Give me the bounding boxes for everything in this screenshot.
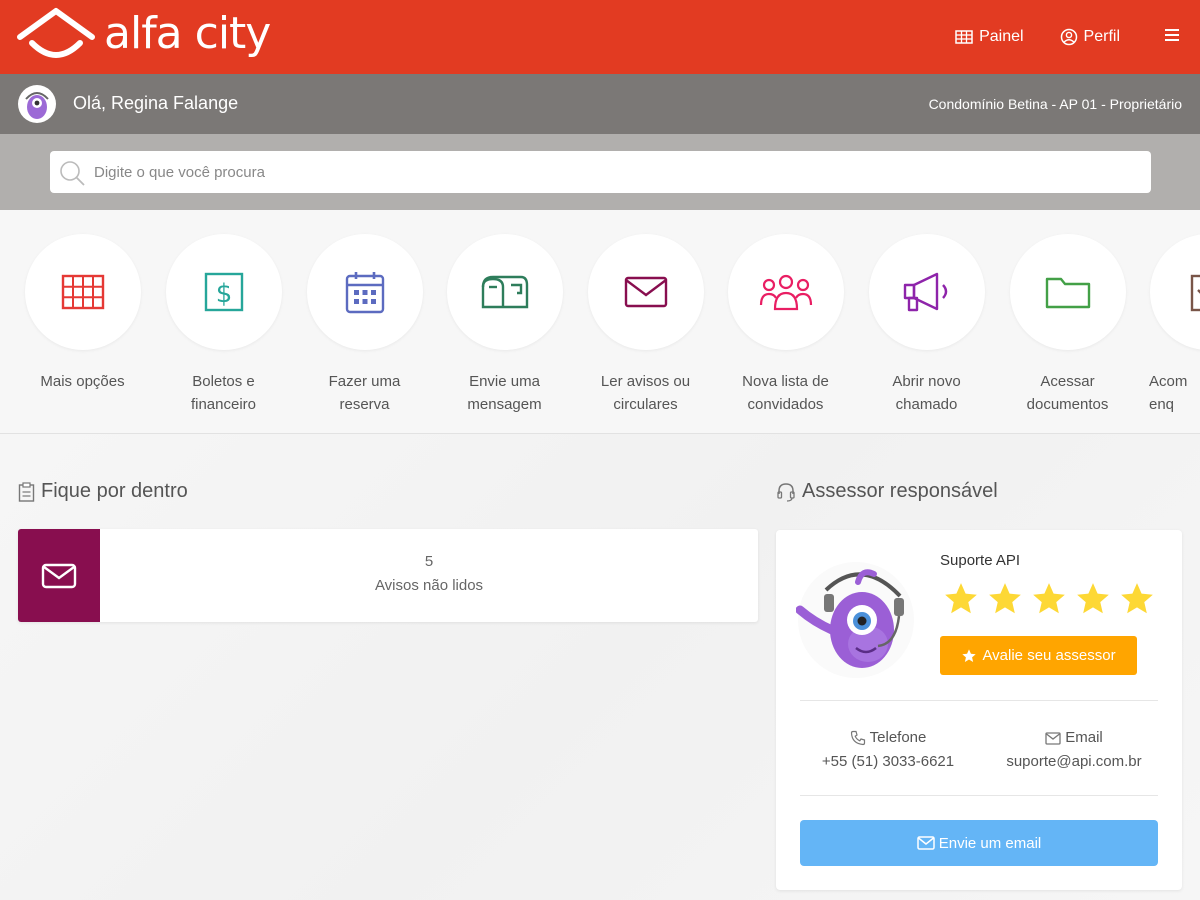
action-more-options[interactable]: Mais opções (12, 234, 153, 393)
action-label: Mais opções (40, 373, 125, 390)
action-send-message[interactable]: Envie uma mensagem (434, 234, 575, 416)
advisor-avatar (795, 560, 916, 680)
user-unit[interactable]: Condomínio Betina - AP 01 - Proprietário (929, 96, 1182, 112)
advisor-rating (942, 580, 1162, 618)
phone-label: Telefone (869, 729, 927, 746)
advisor-card: Suporte API Avalie seu assessor Telefone… (776, 530, 1182, 890)
clipboard-icon (18, 481, 35, 502)
news-section-title: Fique por dentro (18, 480, 188, 503)
rating-star-icon (945, 583, 977, 614)
profile-label: Perfil (1083, 28, 1120, 45)
rating-star-icon (1033, 583, 1065, 614)
advisor-title: Assessor responsável (802, 480, 998, 502)
action-label: Acom enq (1149, 373, 1188, 413)
user-bar: Olá, Regina Falange Condomínio Betina - … (0, 74, 1200, 134)
action-circle (306, 234, 423, 350)
profile-link[interactable]: Perfil (1060, 28, 1120, 46)
brand-logo[interactable]: alfa city (16, 6, 271, 59)
mailbox-icon (481, 275, 528, 309)
advisor-email[interactable]: Email suporte@api.com.br (986, 726, 1162, 774)
unread-count: 5 (424, 553, 434, 570)
action-circle (587, 234, 704, 350)
table-icon (955, 30, 973, 44)
advisor-section-title: Assessor responsável (776, 480, 998, 503)
top-nav: Painel Perfil (919, 0, 1180, 74)
panel-label: Painel (979, 28, 1024, 45)
email-header: Email (986, 726, 1162, 750)
unread-notices-card[interactable]: 5 Avisos não lidos (18, 529, 758, 622)
user-circle-icon (1060, 28, 1077, 46)
notice-icon-box (18, 529, 100, 622)
search-icon (60, 161, 85, 186)
divider (800, 700, 1158, 701)
action-label: Nova lista de convidados (742, 373, 829, 413)
megaphone-icon (903, 272, 947, 312)
action-circle (446, 234, 563, 350)
advisor-name: Suporte API (940, 552, 1021, 569)
send-email-label: Envie um email (938, 834, 1042, 852)
top-header: alfa city Painel Perfil (0, 0, 1200, 74)
action-label: Fazer uma reserva (328, 373, 401, 413)
action-label: Ler avisos ou circulares (600, 373, 691, 413)
phone-icon (850, 730, 865, 746)
phone-header: Telefone (806, 726, 970, 750)
rating-star-icon (1121, 583, 1153, 614)
action-circle (1009, 234, 1126, 350)
email-address: suporte@api.com.br (1006, 753, 1142, 770)
checklist-icon (1190, 274, 1200, 312)
action-circle (24, 234, 141, 350)
unread-label: Avisos não lidos (374, 577, 484, 594)
action-label: Abrir novo chamado (892, 373, 961, 413)
divider (800, 795, 1158, 796)
menu-button[interactable] (1164, 28, 1180, 47)
panel-link[interactable]: Painel (955, 28, 1024, 46)
action-circle: $ (165, 234, 282, 350)
action-circle (1149, 234, 1200, 350)
monster-avatar-icon (25, 92, 49, 119)
brand-name: alfa city (104, 8, 271, 59)
svg-text:$: $ (215, 279, 232, 309)
star-icon (962, 648, 977, 662)
house-logo-icon (17, 7, 95, 58)
hamburger-icon (1165, 28, 1179, 41)
user-avatar[interactable] (18, 85, 56, 123)
monster-mascot-icon (795, 562, 914, 678)
action-label: Envie uma mensagem (467, 373, 542, 413)
mail-icon (1045, 731, 1061, 745)
grid-icon (61, 274, 104, 310)
calendar-icon (345, 272, 384, 314)
dollar-icon: $ (204, 272, 243, 312)
search-band (0, 134, 1200, 210)
action-label: Acessar documentos (1026, 373, 1109, 413)
mail-icon (916, 836, 935, 850)
search-input[interactable] (94, 151, 1134, 193)
user-greeting: Olá, Regina Falange (73, 93, 239, 113)
search-box (50, 151, 1151, 193)
action-billing[interactable]: $ Boletos e financeiro (153, 234, 294, 416)
rating-star-icon (989, 583, 1021, 614)
action-circle (868, 234, 985, 350)
phone-number: +55 (51) 3033-6621 (821, 753, 955, 770)
send-email-button[interactable]: Envie um email (800, 820, 1158, 866)
rate-advisor-button[interactable]: Avalie seu assessor (940, 636, 1137, 675)
headset-icon (777, 482, 795, 502)
envelope-icon (41, 563, 77, 588)
action-circle (727, 234, 844, 350)
action-open-ticket[interactable]: Abrir novo chamado (856, 234, 997, 416)
rate-button-label: Avalie seu assessor (982, 647, 1116, 664)
news-title: Fique por dentro (41, 480, 188, 502)
action-reservation[interactable]: Fazer uma reserva (294, 234, 435, 416)
rating-star-icon (1077, 583, 1109, 614)
folder-icon (1045, 277, 1090, 309)
people-icon (759, 274, 812, 311)
action-surveys[interactable]: Acom enq (1137, 234, 1200, 416)
envelope-icon (624, 276, 667, 308)
email-label: Email (1065, 729, 1103, 746)
quick-actions: Mais opções $ Boletos e financeiro Fazer… (0, 210, 1200, 434)
action-read-notices[interactable]: Ler avisos ou circulares (575, 234, 716, 416)
advisor-phone[interactable]: Telefone +55 (51) 3033-6621 (806, 726, 970, 774)
action-label: Boletos e financeiro (190, 373, 257, 413)
action-guest-list[interactable]: Nova lista de convidados (715, 234, 856, 416)
action-documents[interactable]: Acessar documentos (997, 234, 1138, 416)
